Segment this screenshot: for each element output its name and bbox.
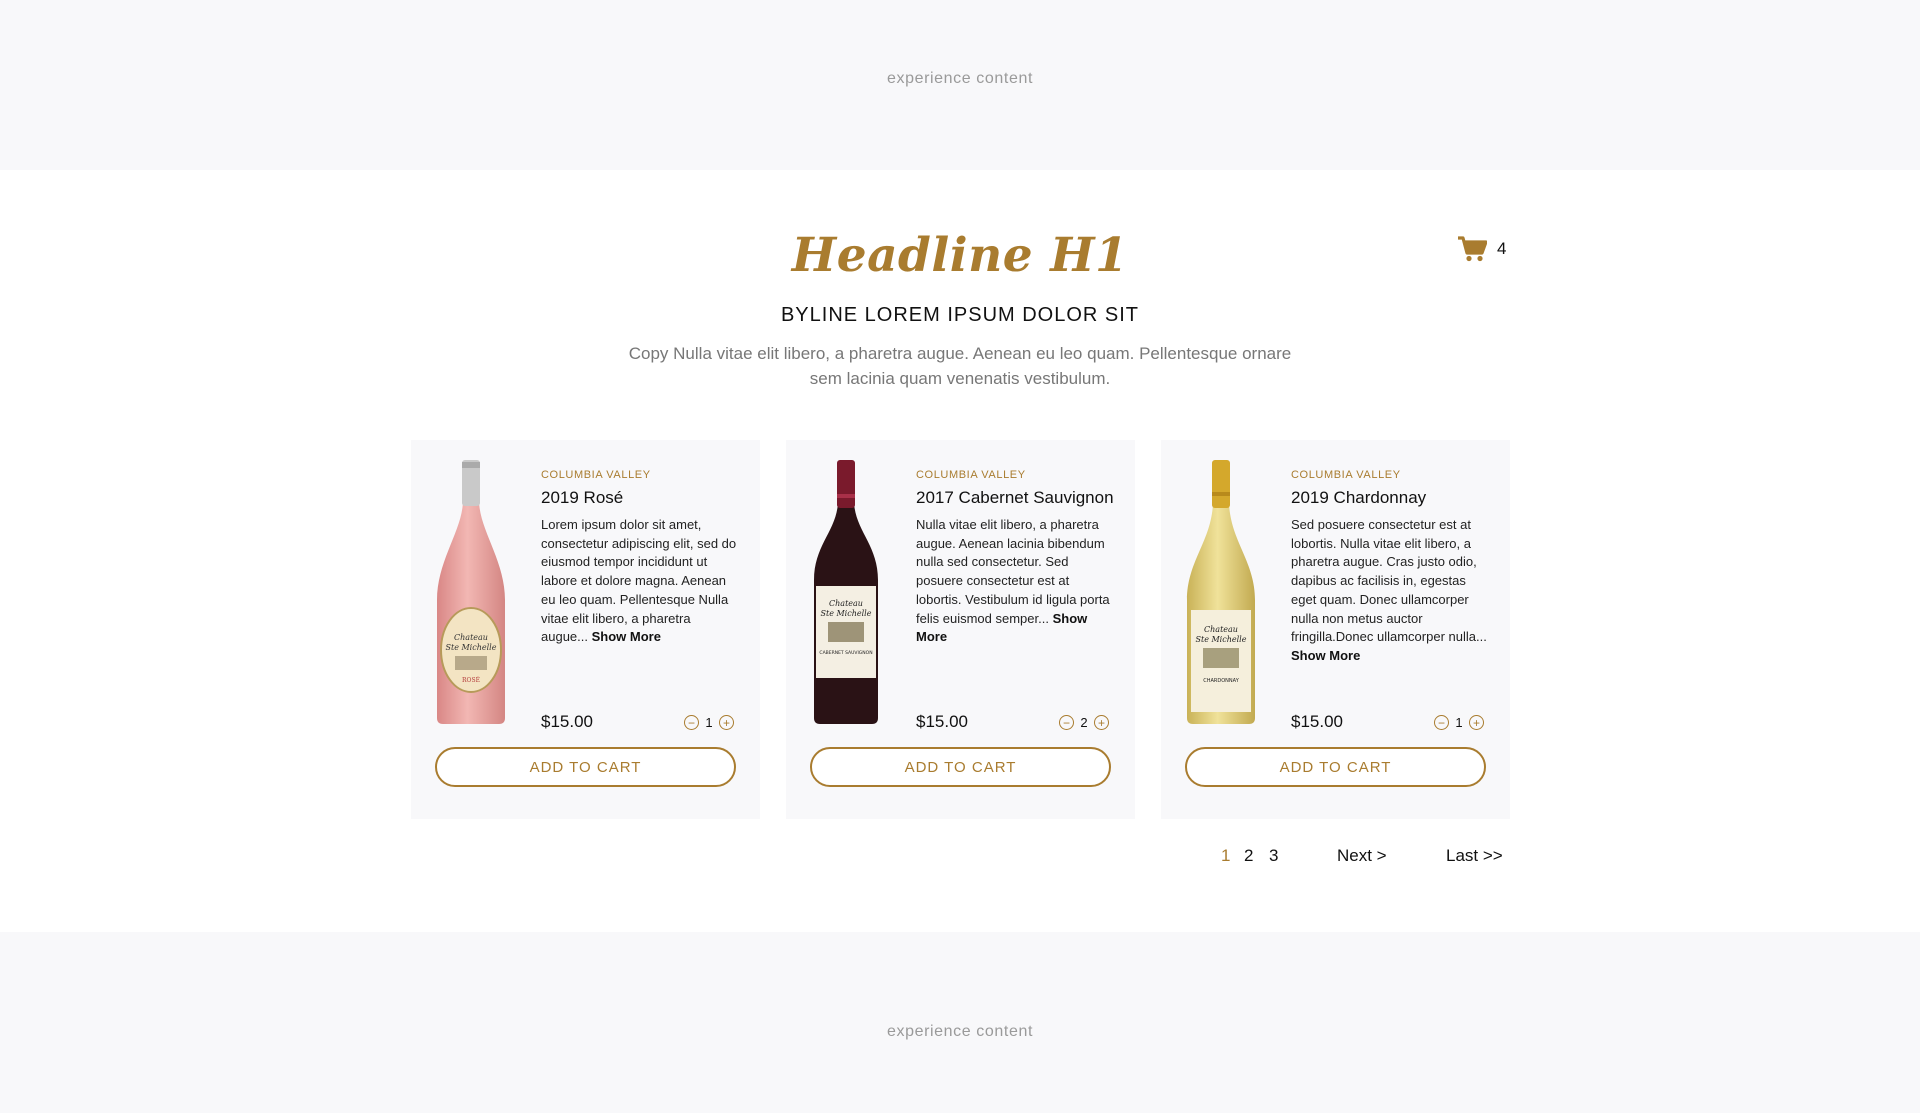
minus-icon: − — [1437, 715, 1445, 730]
decrement-button[interactable]: − — [1434, 715, 1449, 730]
product-description: Nulla vitae elit libero, a pharetra augu… — [916, 516, 1116, 647]
intro-copy: Copy Nulla vitae elit libero, a pharetra… — [628, 344, 1292, 388]
product-description: Lorem ipsum dolor sit amet, consectetur … — [541, 516, 741, 647]
product-price: $15.00 — [541, 712, 593, 731]
experience-content-top: experience content — [0, 0, 1920, 170]
add-to-cart-button[interactable]: ADD TO CART — [810, 747, 1111, 787]
increment-button[interactable]: + — [719, 715, 734, 730]
minus-icon: − — [687, 715, 695, 730]
product-price: $15.00 — [916, 712, 968, 731]
svg-text:Ste Michelle: Ste Michelle — [1196, 635, 1247, 644]
cabernet-bottle-image: Chateau Ste Michelle CABERNET SAUVIGNON — [814, 460, 878, 724]
product-title: 2019 Rosé — [541, 488, 624, 507]
byline: BYLINE LOREM IPSUM DOLOR SIT — [780, 304, 1140, 326]
cart-button[interactable]: 4 — [1458, 236, 1506, 262]
pagination: 1 2 3 Next > Last >> — [0, 846, 1920, 876]
product-region: COLUMBIA VALLEY — [916, 469, 1026, 481]
quantity-value: 2 — [1080, 715, 1088, 730]
minus-icon: − — [1062, 715, 1070, 730]
quantity-value: 1 — [705, 715, 713, 730]
description-text: Sed posuere consectetur est at lobortis.… — [1291, 517, 1487, 645]
plus-icon: + — [1097, 715, 1105, 730]
product-section: Headline H1 BYLINE LOREM IPSUM DOLOR SIT… — [0, 170, 1920, 932]
product-card: Chateau Ste Michelle CABERNET SAUVIGNON … — [786, 440, 1135, 819]
increment-button[interactable]: + — [1094, 715, 1109, 730]
experience-content-label: experience content — [886, 1023, 1033, 1040]
show-more-link[interactable]: Show More — [1291, 648, 1360, 663]
svg-text:ROSÉ: ROSÉ — [462, 676, 480, 684]
quantity-stepper: − 1 + — [1434, 715, 1484, 730]
chardonnay-bottle-image: Chateau Ste Michelle CHARDONNAY — [1187, 460, 1255, 724]
plus-icon: + — [722, 715, 730, 730]
rose-bottle-image: Chateau Ste Michelle ROSÉ — [437, 460, 505, 724]
quantity-value: 1 — [1455, 715, 1463, 730]
decrement-button[interactable]: − — [684, 715, 699, 730]
decrement-button[interactable]: − — [1059, 715, 1074, 730]
product-card: Chateau Ste Michelle CHARDONNAY COLUMBIA… — [1161, 440, 1510, 819]
product-description: Sed posuere consectetur est at lobortis.… — [1291, 516, 1491, 666]
svg-text:Chateau: Chateau — [1204, 625, 1238, 634]
last-page-link[interactable]: Last >> — [1446, 846, 1503, 866]
product-title: 2017 Cabernet Sauvignon — [916, 488, 1114, 507]
headline: Headline H1 — [791, 228, 1129, 283]
quantity-stepper: − 1 + — [684, 715, 734, 730]
add-to-cart-button[interactable]: ADD TO CART — [1185, 747, 1486, 787]
show-more-link[interactable]: Show More — [592, 629, 661, 644]
experience-content-label: experience content — [886, 70, 1033, 87]
cart-count: 4 — [1497, 239, 1507, 258]
product-card: Chateau Ste Michelle ROSÉ COLUMBIA VALLE… — [411, 440, 760, 819]
svg-text:Chateau: Chateau — [829, 599, 863, 608]
product-title: 2019 Chardonnay — [1291, 488, 1427, 507]
page-link-3[interactable]: 3 — [1269, 846, 1278, 866]
svg-text:CHARDONNAY: CHARDONNAY — [1203, 678, 1239, 684]
increment-button[interactable]: + — [1469, 715, 1484, 730]
description-text: Nulla vitae elit libero, a pharetra augu… — [916, 517, 1110, 626]
svg-text:Ste Michelle: Ste Michelle — [821, 609, 872, 618]
svg-text:CABERNET SAUVIGNON: CABERNET SAUVIGNON — [819, 650, 872, 656]
page-link-2[interactable]: 2 — [1244, 846, 1253, 866]
description-text: Lorem ipsum dolor sit amet, consectetur … — [541, 517, 737, 645]
experience-content-bottom: experience content — [0, 932, 1920, 1113]
page-link-1[interactable]: 1 — [1221, 846, 1230, 866]
quantity-stepper: − 2 + — [1059, 715, 1109, 730]
svg-text:Chateau: Chateau — [454, 633, 488, 642]
add-to-cart-button[interactable]: ADD TO CART — [435, 747, 736, 787]
shopping-cart-icon — [1458, 236, 1487, 262]
product-price: $15.00 — [1291, 712, 1343, 731]
next-page-link[interactable]: Next > — [1337, 846, 1387, 866]
product-region: COLUMBIA VALLEY — [1291, 469, 1401, 481]
plus-icon: + — [1472, 715, 1480, 730]
svg-text:Ste Michelle: Ste Michelle — [446, 643, 497, 652]
product-region: COLUMBIA VALLEY — [541, 469, 651, 481]
